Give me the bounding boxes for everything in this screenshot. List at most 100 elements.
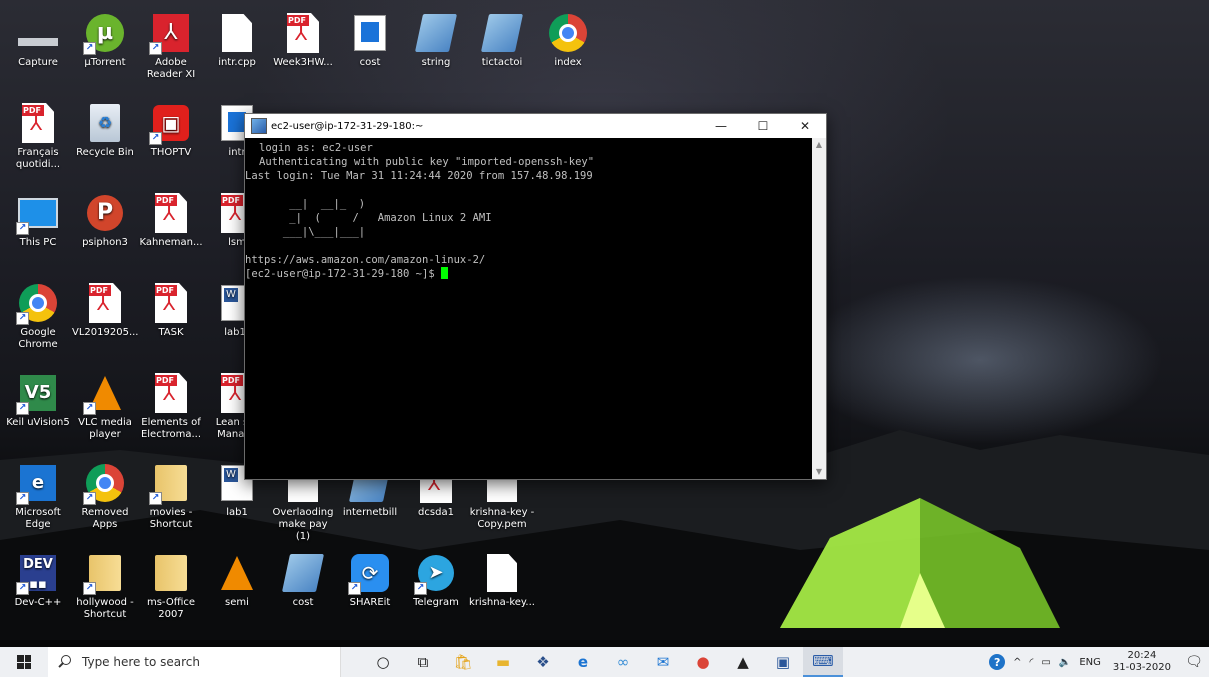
desktop-icon-vl2019[interactable]: PDF ⅄ VL2019205... [72, 275, 138, 361]
this-pc-icon: ↗ [16, 193, 58, 235]
battery-icon[interactable]: ▭ [1037, 657, 1054, 668]
desktop-icon-telegram[interactable]: ➤ ↗ Telegram [403, 545, 469, 631]
desktop-icon-label: ms-Office 2007 [146, 597, 196, 620]
help-icon[interactable]: ? [989, 654, 1006, 670]
desktop-icon-label: Capture [18, 57, 58, 68]
desktop-icon-label: VL2019205... [72, 327, 139, 338]
photos-icon[interactable]: ▲ [723, 647, 763, 677]
desktop-icon-label: Français quotidi... [15, 147, 61, 170]
desktop-icon-edge[interactable]: e ↗ Microsoft Edge [5, 455, 71, 541]
thoptv-icon: ▣ ↗ [149, 103, 191, 145]
clock[interactable]: 20:24 31-03-2020 [1105, 650, 1179, 674]
desktop-icon-week3[interactable]: PDF ⅄ Week3HW... [270, 5, 336, 91]
desktop-icon-adobe[interactable]: ⅄ ↗ Adobe Reader XI [138, 5, 204, 91]
psiphon-icon: P [85, 193, 125, 233]
desktop-icon-thoptv[interactable]: ▣ ↗ THOPTV [138, 95, 204, 181]
desktop-icon-task[interactable]: PDF ⅄ TASK [138, 275, 204, 361]
terminal-line: Authenticating with public key "imported… [259, 156, 595, 168]
desktop-icon-label: Removed Apps [81, 507, 129, 530]
desktop-icon-string[interactable]: string [403, 5, 469, 91]
desktop-icon-shareit[interactable]: ⟳ ↗ SHAREit [337, 545, 403, 631]
language-indicator[interactable]: ENG [1075, 657, 1105, 668]
desktop-icon-label: Adobe Reader XI [146, 57, 196, 80]
volume-icon[interactable]: 🔈 [1055, 657, 1075, 668]
desktop-icon-kahneman[interactable]: PDF ⅄ Kahneman... [138, 185, 204, 271]
desktop-icon-label: Overlaoding make pay (1) [272, 507, 334, 542]
desktop-icon-label: lab1 [226, 507, 248, 518]
desktop-icon-label: tictactoi [481, 57, 523, 68]
desktop-icon-utorrent[interactable]: µ ↗ µTorrent [72, 5, 138, 91]
desktop-icon-label: dcsda1 [418, 507, 454, 518]
pdf-icon: PDF⅄ [283, 13, 323, 53]
desktop-icon-hollywood[interactable]: ↗ hollywood - Shortcut [72, 545, 138, 631]
desktop-icon-label: cost [359, 57, 381, 68]
desktop-icon-capture[interactable]: Capture [5, 5, 71, 91]
chrome-icon: ↗ [16, 283, 58, 325]
mail-icon[interactable]: ✉ [643, 647, 683, 677]
desktop-icon-index[interactable]: index [535, 5, 601, 91]
terminal-output[interactable]: login as: ec2-user Authenticating with p… [245, 138, 812, 479]
notification-icon[interactable]: 🗨 [1179, 654, 1209, 670]
chrome-icon: ↗ [83, 463, 125, 505]
desktop-icon-label: µTorrent [84, 57, 126, 68]
window-titlebar[interactable]: ec2-user@ip-172-31-29-180:~ — ☐ ✕ [245, 114, 826, 138]
desktop-icon-keil[interactable]: V5 ↗ Keil uVision5 [5, 365, 71, 451]
desktop-icon-gchrome[interactable]: ↗ Google Chrome [5, 275, 71, 361]
word-icon[interactable]: ▣ [763, 647, 803, 677]
cortana-icon[interactable]: ○ [363, 647, 403, 677]
wifi-icon[interactable]: ◜ [1026, 657, 1038, 668]
terminal-line: __| __|_ ) [245, 198, 366, 210]
desktop-icon-msoffice[interactable]: ms-Office 2007 [138, 545, 204, 631]
desktop-icon-elements[interactable]: PDF ⅄ Elements of Electroma... [138, 365, 204, 451]
terminal-prompt[interactable]: [ec2-user@ip-172-31-29-180 ~]$ [245, 267, 812, 281]
desktop-icon-intr[interactable]: intr.cpp [204, 5, 270, 91]
desktop-icon-label: Dev-C++ [14, 597, 62, 608]
folder-icon: ↗ [83, 553, 125, 595]
terminal-scrollbar[interactable]: ▲ ▼ [812, 138, 826, 479]
desktop-icon-recycle[interactable]: ♻ Recycle Bin [72, 95, 138, 181]
scroll-down-icon[interactable]: ▼ [812, 465, 826, 479]
desktop-icon-vlc[interactable]: ↗ VLC media player [72, 365, 138, 451]
desktop-icon-devcpp[interactable]: DEV ▪▪ ↗ Dev-C++ [5, 545, 71, 631]
close-button[interactable]: ✕ [784, 114, 826, 138]
file-icon [217, 13, 257, 53]
vlc-icon [217, 553, 257, 593]
desktop-icon-semi[interactable]: semi [204, 545, 270, 631]
start-button[interactable] [0, 647, 48, 677]
desktop-icon-label: Google Chrome [18, 327, 58, 350]
edge-icon[interactable]: e [563, 647, 603, 677]
putty-terminal-window[interactable]: ec2-user@ip-172-31-29-180:~ — ☐ ✕ login … [244, 113, 827, 480]
utorrent-icon: µ ↗ [83, 13, 125, 55]
file-explorer-icon[interactable]: ▬ [483, 647, 523, 677]
shareit-icon: ⟳ ↗ [348, 553, 390, 595]
desktop-icon-cost1[interactable]: cost [337, 5, 403, 91]
desktop-icon-krishnakey[interactable]: krishna-key... [469, 545, 535, 631]
chrome-icon[interactable]: ● [683, 647, 723, 677]
maximize-button[interactable]: ☐ [742, 114, 784, 138]
search-box[interactable]: Type here to search [48, 647, 341, 677]
minimize-button[interactable]: — [700, 114, 742, 138]
chrome-icon [548, 13, 588, 53]
desktop-icon-francais[interactable]: PDF ⅄ Français quotidi... [5, 95, 71, 181]
desktop-icon-label: index [554, 57, 582, 68]
pdf-icon: PDF⅄ [151, 283, 191, 323]
desktop-icon-psiphon[interactable]: Ppsiphon3 [72, 185, 138, 271]
infinity-icon[interactable]: ∞ [603, 647, 643, 677]
shortcut-arrow-icon: ↗ [16, 222, 29, 235]
desktop-icon-label: internetbill [342, 507, 398, 518]
notepad-icon [414, 13, 458, 53]
terminal-line: ___|\___|___| [245, 226, 366, 238]
desktop-icon-cost2[interactable]: cost [270, 545, 336, 631]
chevron-up-icon[interactable]: ^ [1009, 657, 1025, 668]
clock-date: 31-03-2020 [1112, 662, 1171, 673]
desktop-icon-label: TASK [158, 327, 184, 338]
putty-taskbar-icon[interactable]: ⌨ [803, 647, 843, 677]
dropbox-icon[interactable]: ❖ [523, 647, 563, 677]
store-icon[interactable]: 🛍 [443, 647, 483, 677]
desktop-icon-tictactoi[interactable]: tictactoi [469, 5, 535, 91]
desktop-icon-removed[interactable]: ↗ Removed Apps [72, 455, 138, 541]
scroll-up-icon[interactable]: ▲ [812, 138, 826, 152]
task-view-icon[interactable]: ⧉ [403, 647, 443, 677]
desktop-icon-thispc[interactable]: ↗ This PC [5, 185, 71, 271]
desktop-icon-movies[interactable]: ↗ movies - Shortcut [138, 455, 204, 541]
